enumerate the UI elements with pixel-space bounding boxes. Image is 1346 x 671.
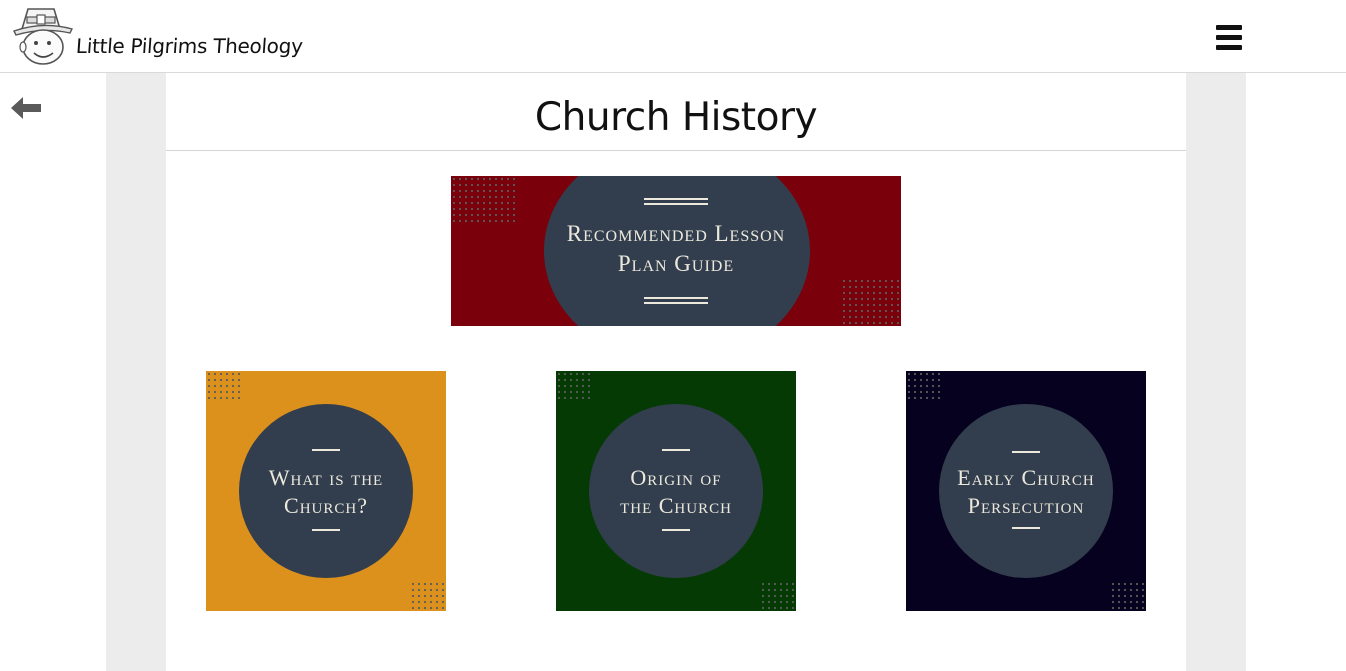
banner-caption-line1: Recommended Lesson xyxy=(566,221,786,246)
lesson-plan-guide-banner[interactable]: Recommended Lesson Plan Guide xyxy=(451,176,901,326)
card-caption-line2: Persecution xyxy=(967,493,1085,519)
site-header: Little Pilgrims Theology xyxy=(0,0,1346,73)
site-title[interactable]: Little Pilgrims Theology xyxy=(75,34,303,58)
card-caption-line1: Origin of xyxy=(630,465,722,490)
hamburger-menu-icon[interactable] xyxy=(1216,25,1244,53)
card-caption: Early Church Persecution xyxy=(906,464,1146,520)
arrow-left-icon[interactable] xyxy=(10,95,42,121)
early-church-persecution-card[interactable]: Early Church Persecution xyxy=(906,371,1146,611)
card-caption-line2: the Church xyxy=(620,493,732,519)
card-caption-line1: Early Church xyxy=(957,465,1095,490)
what-is-the-church-card[interactable]: What is the Church? xyxy=(206,371,446,611)
pilgrim-logo-icon[interactable] xyxy=(10,3,76,69)
origin-of-the-church-card[interactable]: Origin of the Church xyxy=(556,371,796,611)
card-caption: What is the Church? xyxy=(206,464,446,520)
banner-caption-line2: Plan Guide xyxy=(617,250,735,276)
card-caption-line2: Church? xyxy=(284,493,368,519)
card-caption-line1: What is the xyxy=(268,465,384,490)
banner-caption: Recommended Lesson Plan Guide xyxy=(451,219,901,279)
card-caption: Origin of the Church xyxy=(556,464,796,520)
title-divider xyxy=(166,150,1186,151)
page-title: Church History xyxy=(534,95,818,140)
